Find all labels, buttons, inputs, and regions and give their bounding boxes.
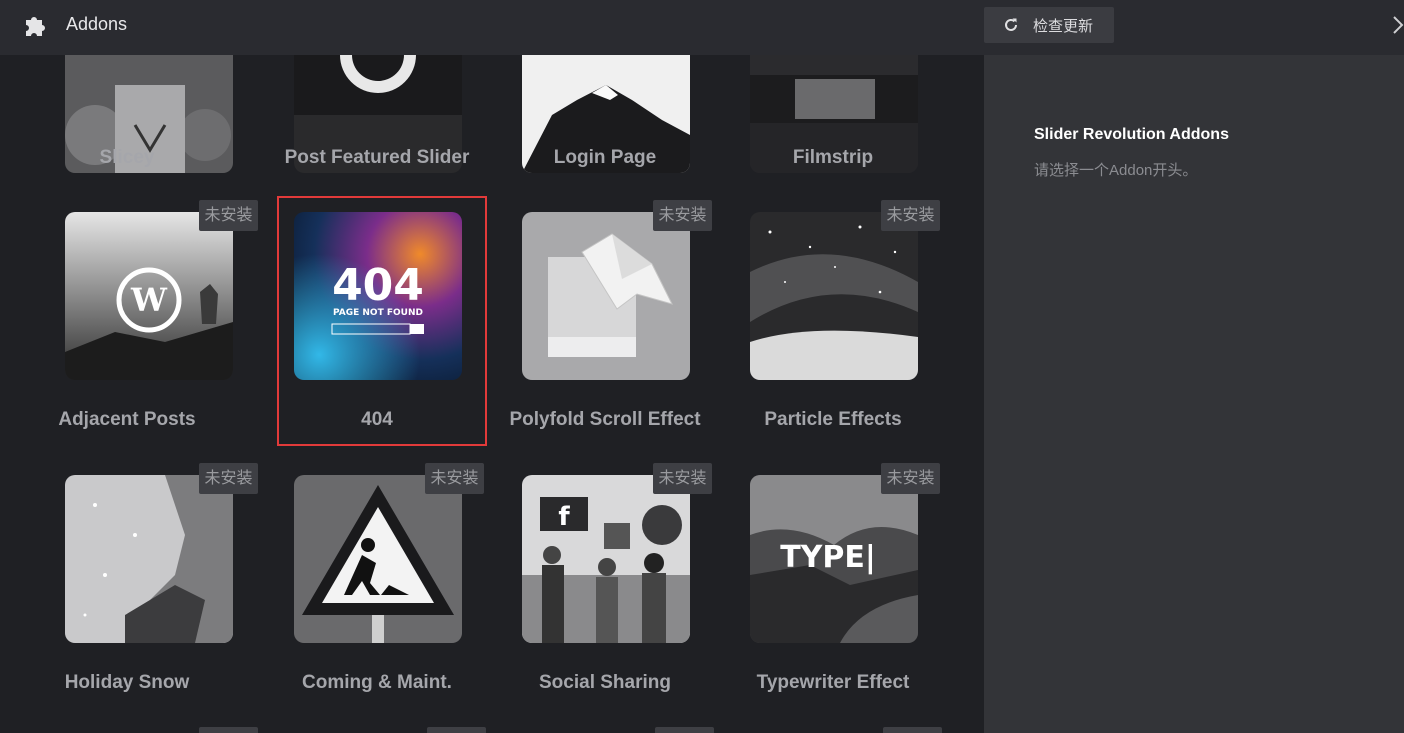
check-updates-label: 检查更新 <box>1033 17 1094 35</box>
addon-grid: Slicey Post Featured Slider Login Page F… <box>0 55 984 733</box>
not-installed-badge: 未安装 <box>881 463 940 494</box>
not-installed-badge: 未安装 <box>881 200 940 231</box>
addon-title: Typewriter Effect <box>756 672 910 693</box>
addon-card-coming-maint[interactable]: 未安装 Coming & Maint. <box>263 463 491 703</box>
addon-title: Adjacent Posts <box>58 409 196 430</box>
addon-thumbnail <box>294 475 462 643</box>
addon-title: Social Sharing <box>539 672 671 693</box>
not-installed-badge: 未安装 <box>199 200 258 231</box>
check-updates-button[interactable]: 检查更新 <box>984 7 1114 43</box>
not-installed-badge: 未安装 <box>199 463 258 494</box>
chevron-right-icon[interactable] <box>1390 14 1404 36</box>
addon-card-adjacent-posts[interactable]: W 未安装 Adjacent Posts <box>37 200 265 440</box>
addon-card-typewriter-effect[interactable]: TYPE| 未安装 Typewriter Effect <box>719 463 947 703</box>
thumb-type-text: TYPE| <box>780 540 876 575</box>
addon-card-filmstrip[interactable]: Filmstrip <box>719 55 947 175</box>
addon-title: Holiday Snow <box>64 672 190 693</box>
panel-title: Addons <box>66 14 128 34</box>
not-installed-badge: 未安装 <box>653 200 712 231</box>
not-installed-badge: 未安装 <box>425 463 484 494</box>
addon-card-login-page[interactable]: Login Page <box>491 55 719 175</box>
refresh-icon <box>1005 18 1017 31</box>
sidebar-subtitle: 请选择一个Addon开头。 <box>1034 162 1198 179</box>
addon-card-social-sharing[interactable]: f 未安装 Social Sharing <box>491 463 719 703</box>
row4-badge-partial <box>883 727 942 733</box>
addon-title: Filmstrip <box>792 147 874 168</box>
addon-thumbnail <box>65 475 233 643</box>
addon-title: Post Featured Slider <box>284 147 470 168</box>
addon-card-polyfold-scroll-effect[interactable]: 未安装 Polyfold Scroll Effect <box>491 200 719 440</box>
addon-title: Login Page <box>553 147 657 168</box>
addon-title: Polyfold Scroll Effect <box>509 409 701 430</box>
addon-thumbnail <box>750 212 918 380</box>
not-installed-badge: 未安装 <box>653 463 712 494</box>
addon-card-particle-effects[interactable]: 未安装 Particle Effects <box>719 200 947 440</box>
addon-card-holiday-snow[interactable]: 未安装 Holiday Snow <box>37 463 265 703</box>
addon-title: Slicey <box>99 147 155 168</box>
row4-badge-partial <box>655 727 714 733</box>
addon-card-post-featured-slider[interactable]: Post Featured Slider <box>263 55 491 175</box>
svg-text:W: W <box>130 281 168 319</box>
puzzle-icon <box>26 17 45 36</box>
row4-badge-partial <box>199 727 258 733</box>
addon-title: Particle Effects <box>764 409 902 430</box>
top-bar: Addons 检查更新 <box>0 0 1404 55</box>
addon-card-slicey[interactable]: Slicey <box>37 55 265 175</box>
addon-thumbnail: TYPE| <box>750 475 918 643</box>
row4-badge-partial <box>427 727 486 733</box>
addon-thumbnail <box>522 212 690 380</box>
addon-thumbnail: f <box>522 475 690 643</box>
addon-title: Coming & Maint. <box>302 672 452 693</box>
addon-details-sidebar: Slider Revolution Addons 请选择一个Addon开头。 <box>984 55 1404 733</box>
selected-addon-outline <box>277 196 487 446</box>
sidebar-title: Slider Revolution Addons <box>1034 126 1229 143</box>
addon-thumbnail: W <box>65 212 233 380</box>
svg-text:f: f <box>558 502 570 532</box>
